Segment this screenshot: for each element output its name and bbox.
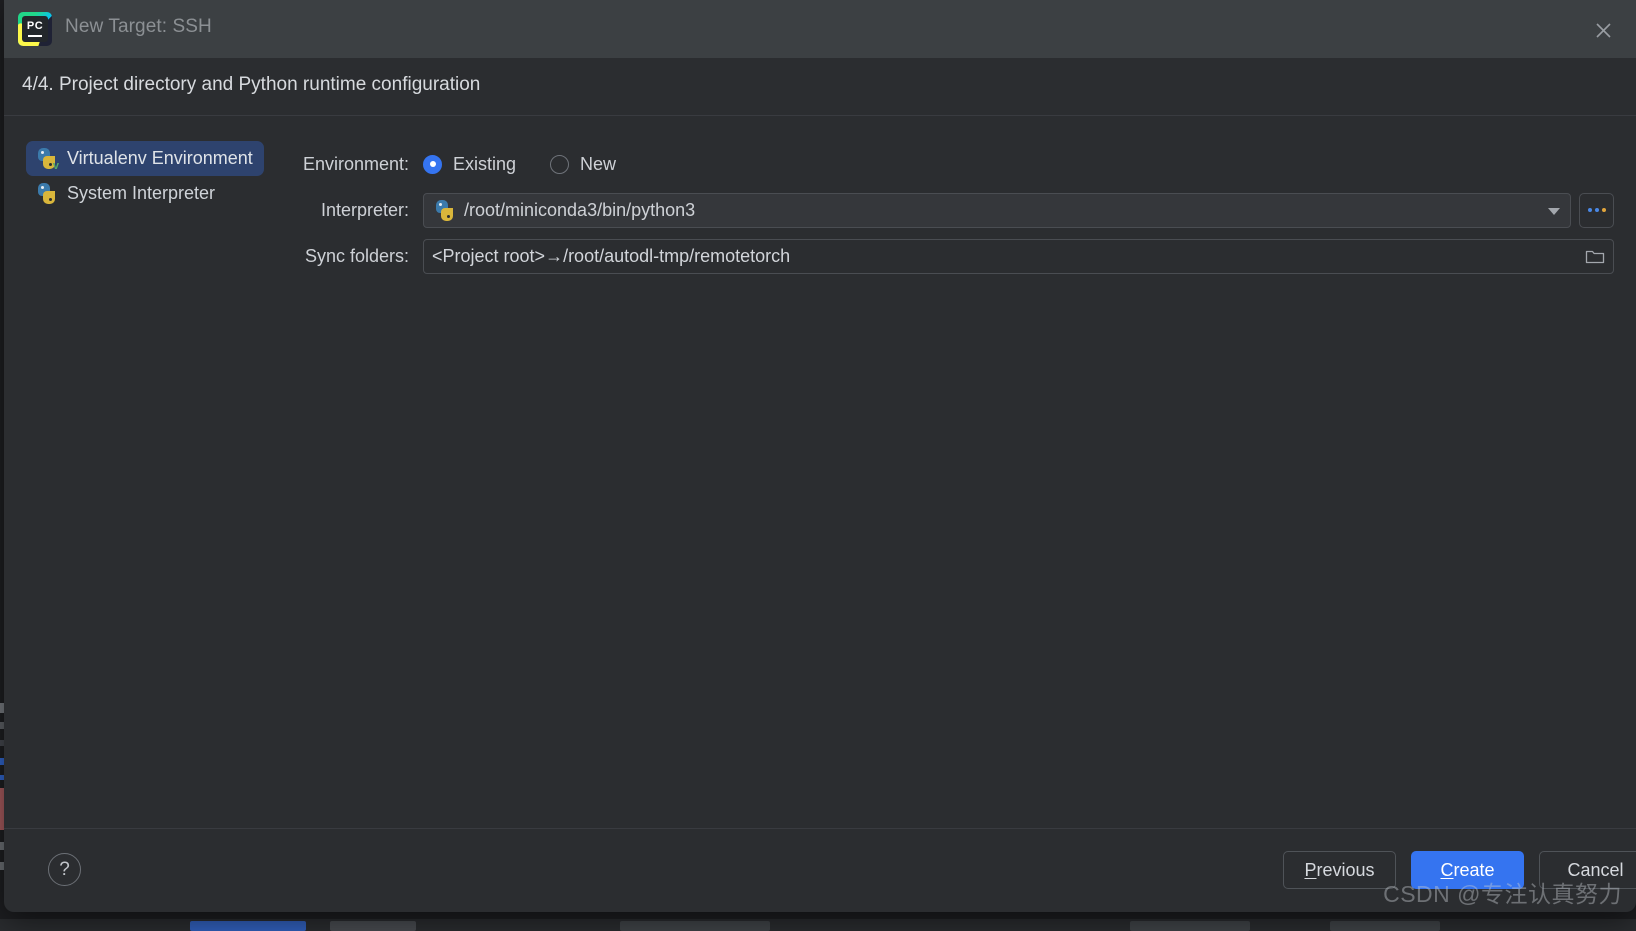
interpreter-label: Interpreter: [320, 199, 409, 220]
sidebar-item-system-interpreter[interactable]: System Interpreter [26, 176, 264, 211]
sidebar-item-virtualenv-environment[interactable]: v Virtualenv Environment [26, 141, 264, 176]
radio-new-label: New [580, 153, 617, 174]
environment-row: Environment: Existing New [300, 141, 1614, 187]
create-button-mnemonic: C [1440, 859, 1454, 880]
sync-folders-value: <Project root>→/root/autodl-tmp/remoteto… [432, 245, 791, 266]
previous-button-mnemonic: P [1304, 859, 1317, 880]
folder-icon[interactable] [1583, 246, 1607, 268]
dialog-titlebar: PC New Target: SSH [4, 0, 1636, 58]
interpreter-value: /root/miniconda3/bin/python3 [464, 199, 696, 220]
sidebar-item-label: System Interpreter [67, 183, 216, 203]
ellipsis-icon-dot [1587, 208, 1592, 212]
previous-button[interactable]: Previous [1283, 851, 1396, 889]
step-title: 4/4. Project directory and Python runtim… [22, 74, 481, 95]
interpreter-combobox[interactable]: /root/miniconda3/bin/python3 [423, 192, 1571, 228]
create-button-label: reate [1453, 859, 1495, 880]
sync-folders-row: Sync folders: <Project root>→/root/autod… [300, 233, 1614, 279]
close-icon[interactable] [1588, 15, 1618, 45]
python-venv-icon: v [36, 148, 59, 172]
sidebar-item-label: Virtualenv Environment [67, 148, 253, 168]
cancel-button-label: Cancel [1567, 859, 1624, 880]
background-chip [190, 921, 306, 931]
interpreter-row: Interpreter: /root/miniconda3/bin/python… [300, 187, 1614, 233]
background-chip [620, 921, 770, 931]
dialog-footer: ? Previous Create Cancel [4, 828, 1636, 912]
step-header: 4/4. Project directory and Python runtim… [4, 58, 1636, 116]
environment-radio-group: Existing New [423, 154, 616, 175]
dialog-title: New Target: SSH [65, 16, 212, 37]
create-button[interactable]: Create [1411, 851, 1524, 889]
environment-label: Environment: [302, 153, 409, 174]
radio-existing-label: Existing [453, 153, 517, 174]
ellipsis-icon-dot [1601, 208, 1606, 212]
configuration-form: Environment: Existing New Interpreter: /… [300, 141, 1614, 279]
background-chip [330, 921, 416, 931]
sync-folders-label: Sync folders: [304, 245, 409, 266]
cancel-button[interactable]: Cancel [1539, 851, 1636, 889]
help-icon[interactable]: ? [48, 853, 81, 886]
ellipsis-icon-dot [1594, 208, 1599, 212]
background-chip [1330, 921, 1440, 931]
background-chip [1130, 921, 1250, 931]
footer-button-group: Previous Create Cancel [1283, 851, 1636, 889]
sync-folders-input[interactable]: <Project root>→/root/autodl-tmp/remoteto… [423, 238, 1614, 274]
pycharm-logo-text: PC [22, 16, 48, 42]
help-label: ? [59, 858, 70, 880]
radio-new-mark [550, 154, 570, 174]
radio-existing-mark [423, 154, 442, 174]
dialog-body: v Virtualenv Environment System Interpre… [4, 117, 1636, 828]
interpreter-browse-button[interactable] [1579, 192, 1614, 228]
python-icon [36, 183, 57, 204]
previous-button-label: revious [1316, 859, 1375, 880]
environment-type-list: v Virtualenv Environment System Interpre… [4, 141, 286, 211]
background-taskbar-row [0, 919, 1636, 931]
radio-new[interactable]: New [550, 154, 616, 175]
chevron-down-icon [1548, 207, 1560, 215]
radio-existing[interactable]: Existing [423, 154, 516, 175]
new-target-ssh-dialog: PC New Target: SSH 4/4. Project director… [4, 0, 1636, 912]
python-icon [434, 199, 455, 221]
pycharm-logo-icon: PC [18, 12, 52, 46]
